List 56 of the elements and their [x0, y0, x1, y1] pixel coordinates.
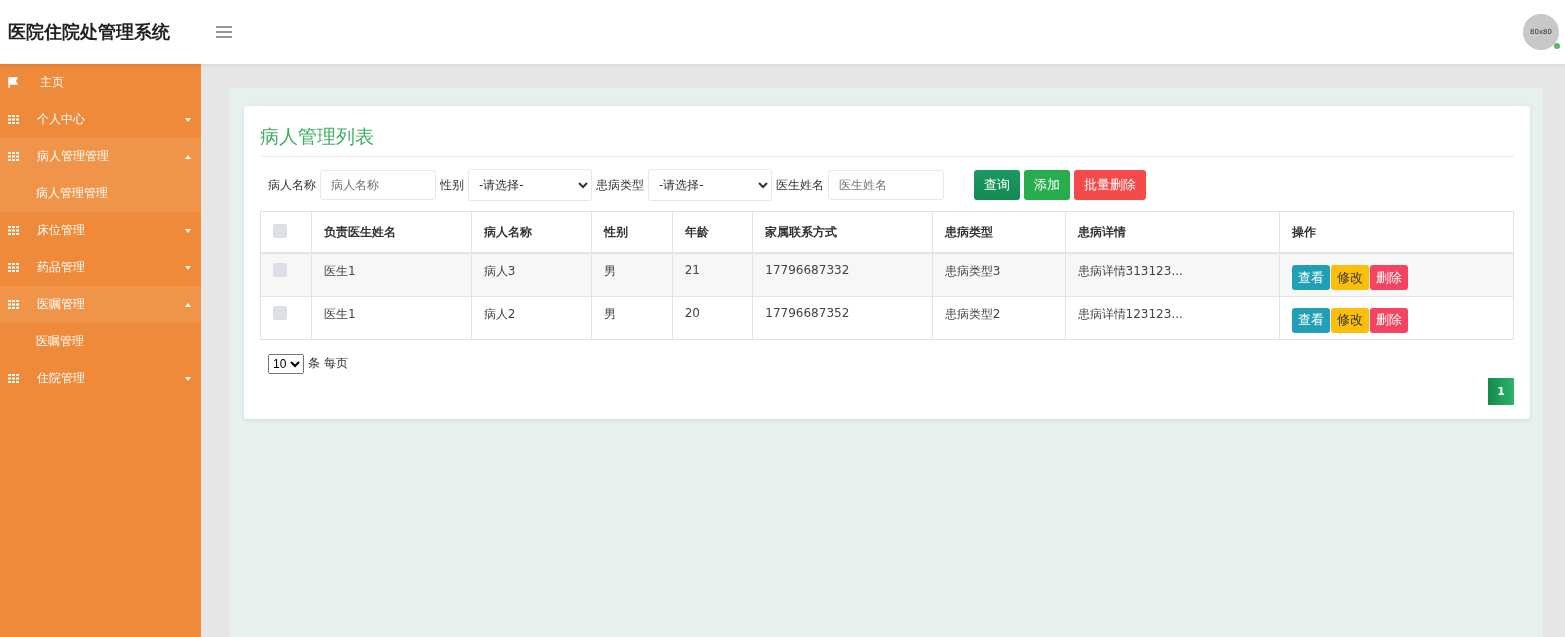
filter-label: 患病类型: [596, 176, 644, 194]
app-title: 医院住院处管理系统: [8, 20, 171, 44]
edit-button[interactable]: 修改: [1331, 307, 1370, 333]
filter-label: 病人名称: [268, 176, 316, 194]
filter-select[interactable]: -请选择-: [648, 169, 772, 201]
sidebar-item[interactable]: 医嘱管理: [0, 286, 201, 323]
grid-icon: [8, 374, 19, 383]
filter-select[interactable]: -请选择-: [468, 169, 592, 201]
table-cell: 17796687352: [752, 296, 933, 339]
caret-icon: [185, 154, 191, 159]
table-cell: 男: [591, 296, 673, 339]
row-checkbox[interactable]: [273, 263, 287, 277]
filter-label: 性别: [440, 176, 464, 194]
row-checkbox[interactable]: [273, 305, 287, 320]
edit-button[interactable]: 修改: [1331, 265, 1370, 290]
caret-icon: [185, 376, 191, 381]
page-size-select[interactable]: 10: [268, 353, 304, 374]
view-button[interactable]: 查看: [1292, 265, 1331, 290]
table-cell: 男: [591, 253, 673, 296]
table-cell: 患病详情123123...: [1065, 296, 1280, 339]
caret-icon: [185, 228, 191, 233]
table-cell: 17796687332: [752, 253, 933, 296]
caret-icon: [185, 117, 191, 122]
menu-icon[interactable]: [216, 26, 232, 38]
grid-icon: [8, 226, 19, 235]
grid-icon: [8, 115, 19, 124]
add-button[interactable]: 添加: [1024, 170, 1070, 200]
table-cell: 患病类型2: [932, 296, 1066, 339]
select-all-checkbox[interactable]: [273, 223, 287, 238]
card-title: 病人管理列表: [260, 120, 1514, 157]
view-button[interactable]: 查看: [1292, 307, 1331, 333]
table-cell: 患病详情313123...: [1065, 253, 1280, 296]
page-size-label: 条 每页: [308, 355, 348, 372]
filter-input[interactable]: 医生姓名: [828, 170, 944, 200]
sidebar-item[interactable]: 病人管理管理: [0, 138, 201, 175]
table-cell: 病人2: [471, 296, 592, 339]
delete-button[interactable]: 删除: [1370, 307, 1409, 333]
filter-label: 医生姓名: [776, 176, 824, 194]
search-button[interactable]: 查询: [974, 170, 1020, 200]
sidebar-subitem[interactable]: 病人管理管理: [0, 175, 201, 212]
delete-button[interactable]: 批量删除: [1074, 170, 1146, 200]
table-cell: 医生1: [311, 296, 472, 339]
delete-button[interactable]: 删除: [1370, 265, 1409, 290]
table-cell: 医生1: [311, 253, 472, 296]
flag-icon: [8, 77, 18, 88]
caret-icon: [185, 265, 191, 270]
page-button[interactable]: 1: [1488, 377, 1514, 405]
grid-icon: [8, 263, 19, 272]
filter-input[interactable]: 病人名称: [320, 170, 436, 200]
table-cell: 患病类型3: [932, 253, 1066, 296]
grid-icon: [8, 152, 19, 161]
grid-icon: [8, 300, 19, 309]
caret-icon: [185, 302, 191, 307]
table-cell: 病人3: [471, 253, 592, 296]
table-cell: 20: [672, 296, 753, 339]
table-cell: 21: [672, 253, 753, 296]
